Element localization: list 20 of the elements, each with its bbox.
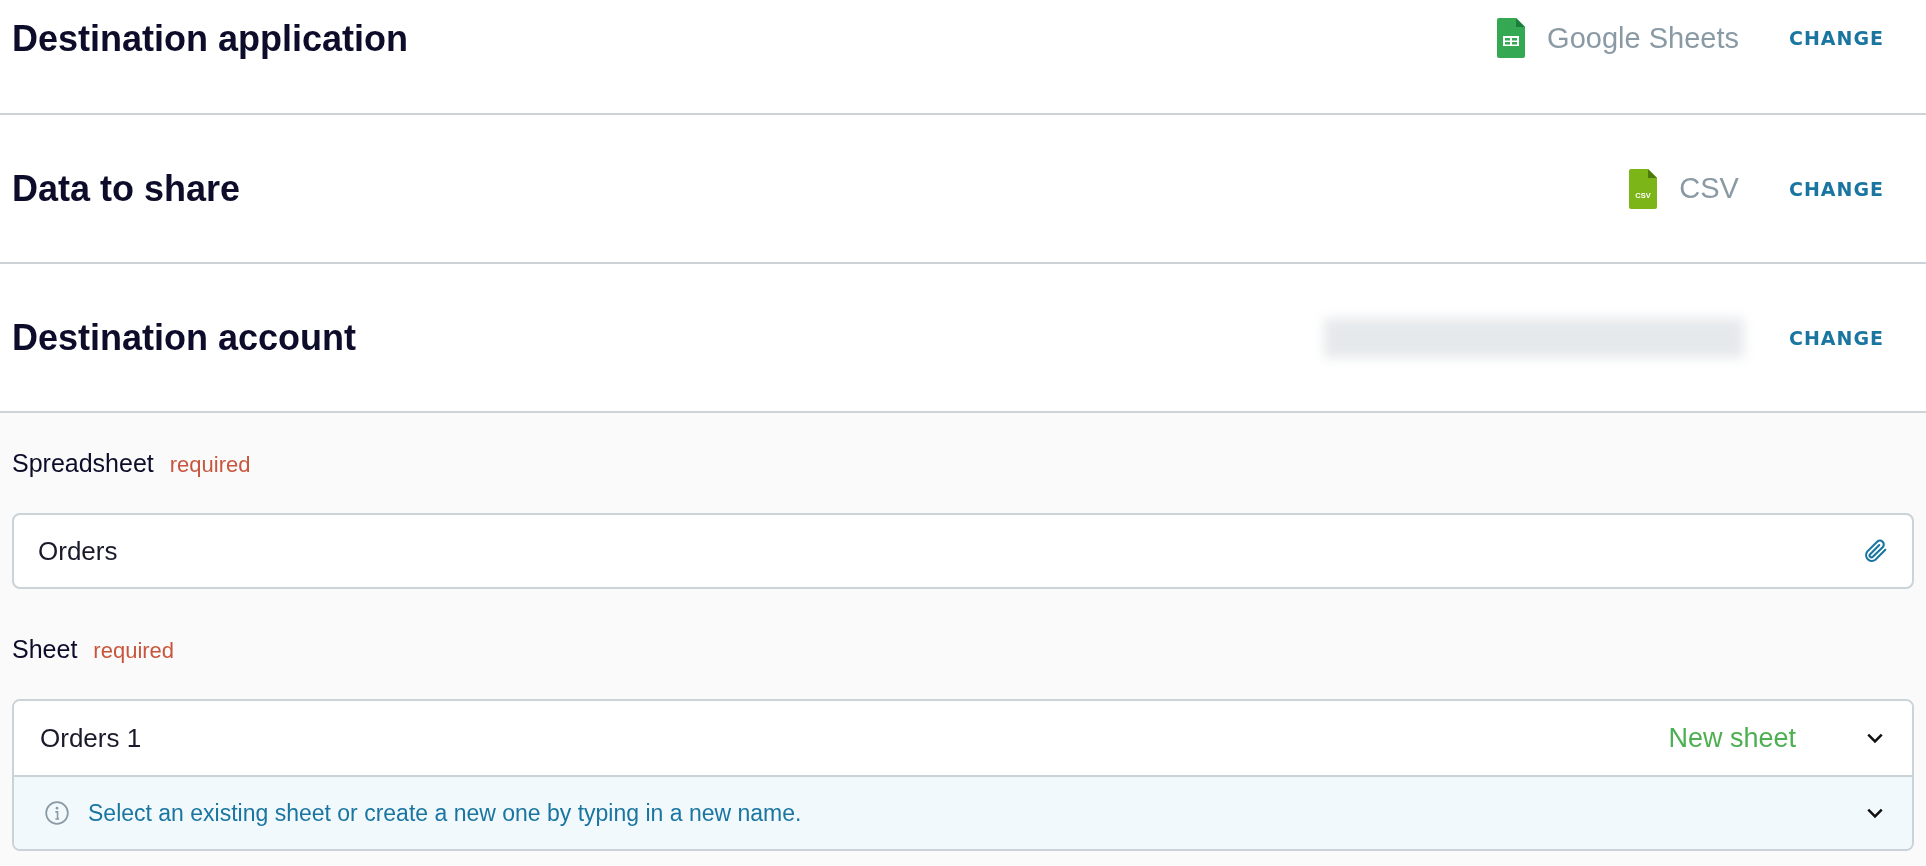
change-button[interactable]: CHANGE xyxy=(1788,173,1884,204)
chevron-down-icon[interactable] xyxy=(1866,732,1884,744)
chevron-down-icon[interactable] xyxy=(1866,807,1884,819)
section-title: Destination account xyxy=(12,316,357,359)
required-label: required xyxy=(93,638,175,664)
field-label: Spreadsheet xyxy=(12,449,154,478)
section-value: Google Sheets xyxy=(1547,21,1739,55)
field-label: Sheet xyxy=(12,635,78,664)
required-label: required xyxy=(169,452,251,478)
sheet-select[interactable]: Orders 1 New sheet xyxy=(14,701,1912,777)
change-button[interactable]: CHANGE xyxy=(1788,23,1884,53)
spreadsheet-file-icon xyxy=(1497,18,1526,58)
section-value: CSV xyxy=(1679,172,1739,205)
section-title: Destination application xyxy=(12,18,409,60)
spreadsheet-field[interactable]: Orders xyxy=(12,513,1914,589)
new-sheet-label: New sheet xyxy=(1668,722,1796,754)
info-icon xyxy=(44,800,70,826)
hint-text: Select an existing sheet or create a new one by typing in a new name. xyxy=(88,799,803,827)
section-title: Data to share xyxy=(12,167,241,210)
change-button[interactable]: CHANGE xyxy=(1788,322,1884,353)
